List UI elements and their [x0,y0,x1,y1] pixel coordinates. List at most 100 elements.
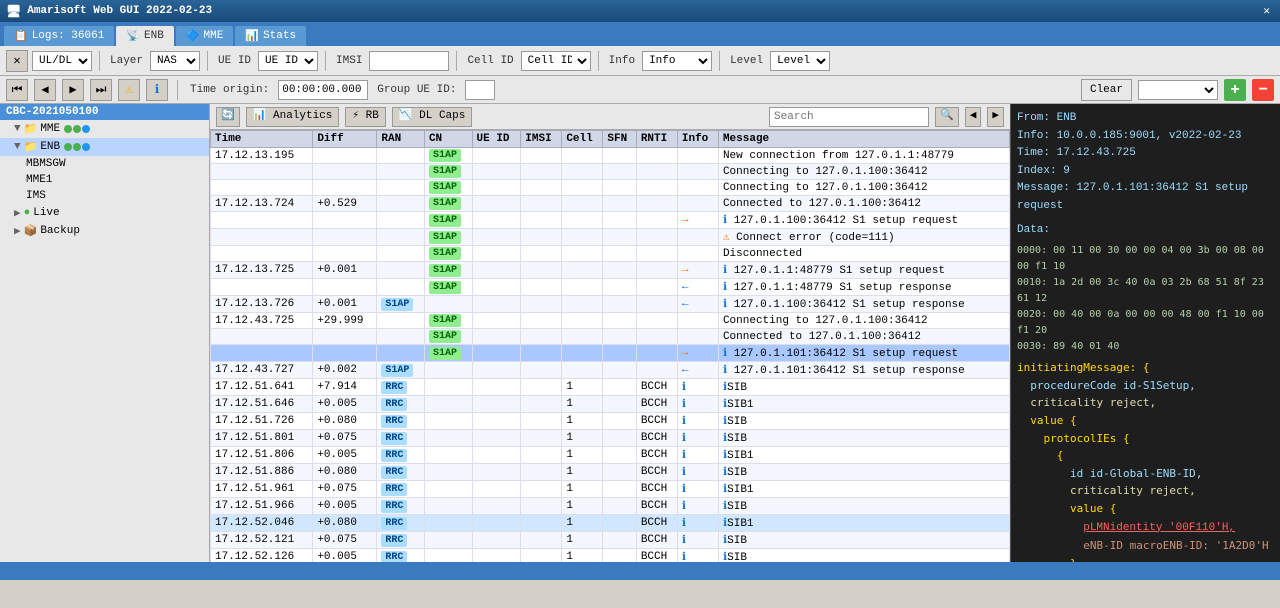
group-ue-input[interactable] [465,80,495,100]
sidebar-title: CBC-2021050100 [0,104,209,120]
table-row[interactable]: S1APConnecting to 127.0.1.100:36412 [211,180,1010,196]
sidebar-item-enb[interactable]: ▼ 📁 ENB [0,138,209,156]
imsi-input[interactable] [369,51,449,71]
sidebar-label-live: Live [33,207,59,219]
table-row[interactable]: S1AP→ℹ 127.0.1.100:36412 S1 setup reques… [211,212,1010,229]
table-row[interactable]: S1AP⚠ Connect error (code=111) [211,229,1010,246]
clear-button[interactable]: Clear [1081,79,1132,101]
ueid-label: UE ID [215,55,254,67]
col-time: Time [211,131,313,148]
table-row[interactable]: 17.12.52.046+0.080RRC1BCCHℹℹSIB1 [211,515,1010,532]
warn-btn[interactable]: ⚠ [118,79,140,101]
sidebar-label-mme1: MME1 [26,174,52,186]
rp-message: Message: 127.0.1.101:36412 S1 setup requ… [1017,180,1274,215]
analytics-btn[interactable]: 📊 Analytics [246,107,340,127]
sidebar-label-backup: Backup [40,225,80,237]
cellid-select[interactable]: Cell ID [521,51,591,71]
stats-icon: 📊 [245,29,259,43]
arrow-live: ▶ [14,206,21,220]
time-origin-label: Time origin: [187,84,272,96]
table-row[interactable]: 17.12.51.806+0.005RRC1BCCHℹℹSIB1 [211,447,1010,464]
table-row[interactable]: 17.12.51.646+0.005RRC1BCCHℹℹSIB1 [211,396,1010,413]
message-toolbar: 🔄 📊 Analytics ⚡ RB 📉 DL Caps 🔍 ◀ ▶ [210,104,1010,130]
refresh-btn[interactable]: 🔄 [216,107,240,127]
table-row[interactable]: 17.12.51.966+0.005RRC1BCCHℹℹSIB [211,498,1010,515]
sidebar-item-live[interactable]: ▶ ● Live [0,204,209,222]
search-input[interactable] [769,107,929,127]
content-area: 🔄 📊 Analytics ⚡ RB 📉 DL Caps 🔍 ◀ ▶ Time … [210,104,1010,562]
close-panel-btn[interactable]: ✕ [6,50,28,72]
tabbar: 📋 Logs: 36061 📡 ENB 🔷 MME 📊 Stats [0,22,1280,46]
dl-caps-btn[interactable]: 📉 DL Caps [392,107,473,127]
sidebar-label-mme: MME [40,123,60,135]
logs-icon: 📋 [14,29,28,43]
table-row[interactable]: S1AP→ℹ 127.0.1.101:36412 S1 setup reques… [211,345,1010,362]
table-row[interactable]: 17.12.13.195S1APNew connection from 127.… [211,148,1010,164]
table-row[interactable]: 17.12.51.961+0.075RRC1BCCHℹℹSIB1 [211,481,1010,498]
col-info: Info [677,131,718,148]
nav-prev-btn[interactable]: ◀ [34,79,56,101]
sidebar-item-backup[interactable]: ▶ 📦 Backup [0,222,209,240]
arrow-enb: ▼ [14,141,21,153]
rb-btn[interactable]: ⚡ RB [345,107,385,127]
table-row[interactable]: S1APConnected to 127.0.1.100:36412 [211,329,1010,345]
nav-first-btn[interactable]: ⏮ [6,79,28,101]
rp-data-label: Data: [1017,222,1274,240]
table-row[interactable]: 17.12.13.725+0.001S1AP→ℹ 127.0.1.1:48779… [211,262,1010,279]
nav-next-btn[interactable]: ▶ [62,79,84,101]
nav-last-btn[interactable]: ⏭ [90,79,112,101]
close-icon[interactable]: ✕ [1259,4,1274,18]
statusbar [0,562,1280,580]
table-row[interactable]: 17.12.51.641+7.914RRC1BCCHℹℹSIB [211,379,1010,396]
table-row[interactable]: S1AP←ℹ 127.0.1.1:48779 S1 setup response [211,279,1010,296]
table-row[interactable]: S1APConnecting to 127.0.1.100:36412 [211,164,1010,180]
filter-arrow-left[interactable]: ◀ [965,107,982,127]
layer-label: Layer [107,55,146,67]
sidebar-item-mbmsgw[interactable]: MBMSGW [0,156,209,172]
sidebar-item-ims[interactable]: IMS [0,188,209,204]
mme-icon: 🔷 [186,29,200,43]
level-label: Level [727,55,766,67]
sidebar-item-mme[interactable]: ▼ 📁 MME [0,120,209,138]
ueid-select[interactable]: UE ID [258,51,318,71]
filter-arrow-right[interactable]: ▶ [987,107,1004,127]
tab-logs[interactable]: 📋 Logs: 36061 [4,26,114,46]
table-row[interactable]: 17.12.51.726+0.080RRC1BCCHℹℹSIB [211,413,1010,430]
table-row[interactable]: 17.12.52.126+0.005RRC1BCCHℹℹSIB [211,549,1010,563]
layer-select[interactable]: NAS RRC S1AP [150,51,200,71]
enb-folder-icon: 📁 [24,140,38,154]
table-row[interactable]: 17.12.13.724+0.529S1APConnected to 127.0… [211,196,1010,212]
table-row[interactable]: 17.12.51.886+0.080RRC1BCCHℹℹSIB [211,464,1010,481]
uldl-select[interactable]: UL/DL UL DL [32,51,92,71]
col-message: Message [718,131,1009,148]
app-title: Amarisoft Web GUI 2022-02-23 [27,5,212,17]
table-row[interactable]: 17.12.13.726+0.001S1AP←ℹ 127.0.1.100:364… [211,296,1010,313]
table-row[interactable]: 17.12.43.727+0.002S1AP←ℹ 127.0.1.101:364… [211,362,1010,379]
table-row[interactable]: 17.12.52.121+0.075RRC1BCCHℹℹSIB [211,532,1010,549]
cellid-label: Cell ID [464,55,516,67]
dot-blue-2 [82,143,90,151]
table-row[interactable]: 17.12.51.801+0.075RRC1BCCHℹℹSIB [211,430,1010,447]
tab-mme[interactable]: 🔷 MME [176,26,234,46]
remove-filter-btn[interactable]: − [1252,79,1274,101]
enb-icon: 📡 [126,29,140,43]
arrow-backup: ▶ [14,224,21,238]
info-select[interactable]: Info [642,51,712,71]
titlebar: 🖥 Amarisoft Web GUI 2022-02-23 ✕ [0,0,1280,22]
info-label: Info [606,55,638,67]
tab-stats[interactable]: 📊 Stats [235,26,306,46]
arrow-mme: ▼ [14,123,21,135]
filter-select[interactable] [1138,80,1218,100]
info-btn[interactable]: ℹ [146,79,168,101]
sidebar-item-mme1[interactable]: MME1 [0,172,209,188]
table-row[interactable]: 17.12.43.725+29.999S1APConnecting to 127… [211,313,1010,329]
add-filter-btn[interactable]: + [1224,79,1246,101]
enb-status-dots [64,143,90,151]
level-select[interactable]: Level [770,51,830,71]
message-table-container: Time Diff RAN CN UE ID IMSI Cell SFN RNT… [210,130,1010,562]
backup-icon: 📦 [24,224,38,238]
time-origin-input[interactable] [278,80,368,100]
table-row[interactable]: S1APDisconnected [211,246,1010,262]
tab-enb[interactable]: 📡 ENB [116,26,174,46]
search-icon-btn[interactable]: 🔍 [935,107,959,127]
